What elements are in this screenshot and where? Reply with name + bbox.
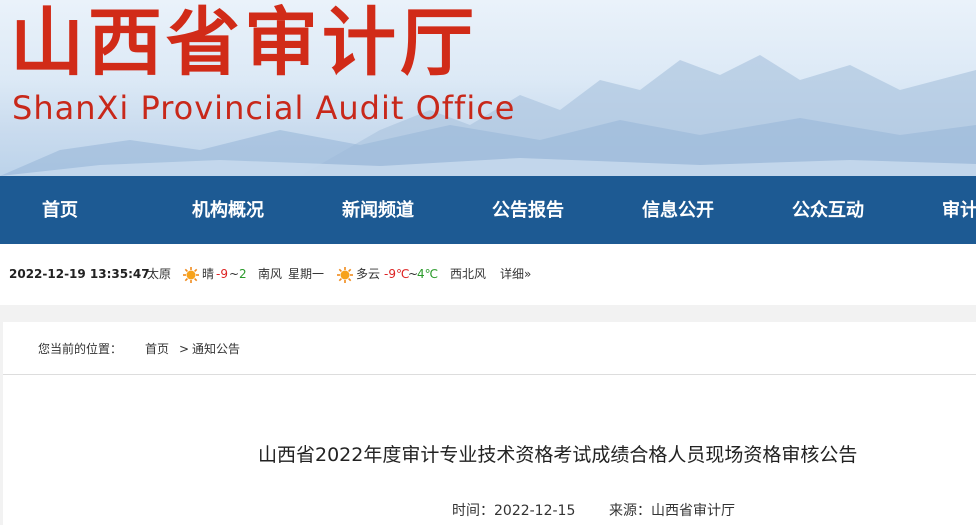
site-banner: 山西省审计厅 ShanXi Provincial Audit Office <box>0 0 976 176</box>
nav-item-audit[interactable]: 审计 <box>942 176 976 244</box>
breadcrumb-label: 您当前的位置： <box>38 342 123 356</box>
weather-bar: 2022-12-19 13:35:47 太原 晴 -9 ~ 2 南风 星期一 多… <box>0 244 976 305</box>
article-title: 山西省2022年度审计专业技术资格考试成绩合格人员现场资格审核公告 <box>258 444 858 466</box>
weather-city: 太原 <box>147 267 172 281</box>
tomorrow-temp-low: -9℃ <box>384 267 410 281</box>
nav-item-about[interactable]: 机构概况 <box>192 176 264 244</box>
breadcrumb-current-link[interactable]: 通知公告 <box>192 322 240 376</box>
nav-item-home[interactable]: 首页 <box>42 176 78 244</box>
breadcrumb-separator: > <box>179 342 190 356</box>
sun-icon <box>337 267 353 283</box>
breadcrumb-home-link[interactable]: 首页 <box>145 322 169 376</box>
today-weekday: 星期一 <box>288 267 325 281</box>
article-time: 时间：2022-12-15 <box>452 503 576 519</box>
tomorrow-wind: 西北风 <box>450 267 487 281</box>
nav-item-announcements[interactable]: 公告报告 <box>492 176 564 244</box>
site-title: 山西省审计厅 <box>10 0 478 86</box>
site-subtitle: ShanXi Provincial Audit Office <box>12 89 516 127</box>
today-temp-low: -9 <box>216 267 228 281</box>
sun-icon <box>183 267 199 283</box>
tomorrow-temp-high: 4℃ <box>417 267 439 281</box>
today-temp-sep: ~ <box>229 267 240 281</box>
nav-item-news[interactable]: 新闻频道 <box>342 176 414 244</box>
main-nav: 首页 机构概况 新闻频道 公告报告 信息公开 公众互动 审计 <box>0 176 976 244</box>
tomorrow-condition: 多云 <box>356 267 381 281</box>
today-wind: 南风 <box>258 267 283 281</box>
weather-details-link[interactable]: 详细» <box>500 244 531 305</box>
content-panel: 您当前的位置： 首页 > 通知公告 山西省2022年度审计专业技术资格考试成绩合… <box>3 322 976 525</box>
article-source: 来源：山西省审计厅 <box>609 503 735 519</box>
today-temp-high: 2 <box>239 267 247 281</box>
current-datetime: 2022-12-19 13:35:47 <box>9 267 150 281</box>
nav-item-disclosure[interactable]: 信息公开 <box>642 176 714 244</box>
nav-item-interaction[interactable]: 公众互动 <box>792 176 864 244</box>
today-condition: 晴 <box>202 267 215 281</box>
breadcrumb: 您当前的位置： 首页 > 通知公告 <box>3 322 976 375</box>
